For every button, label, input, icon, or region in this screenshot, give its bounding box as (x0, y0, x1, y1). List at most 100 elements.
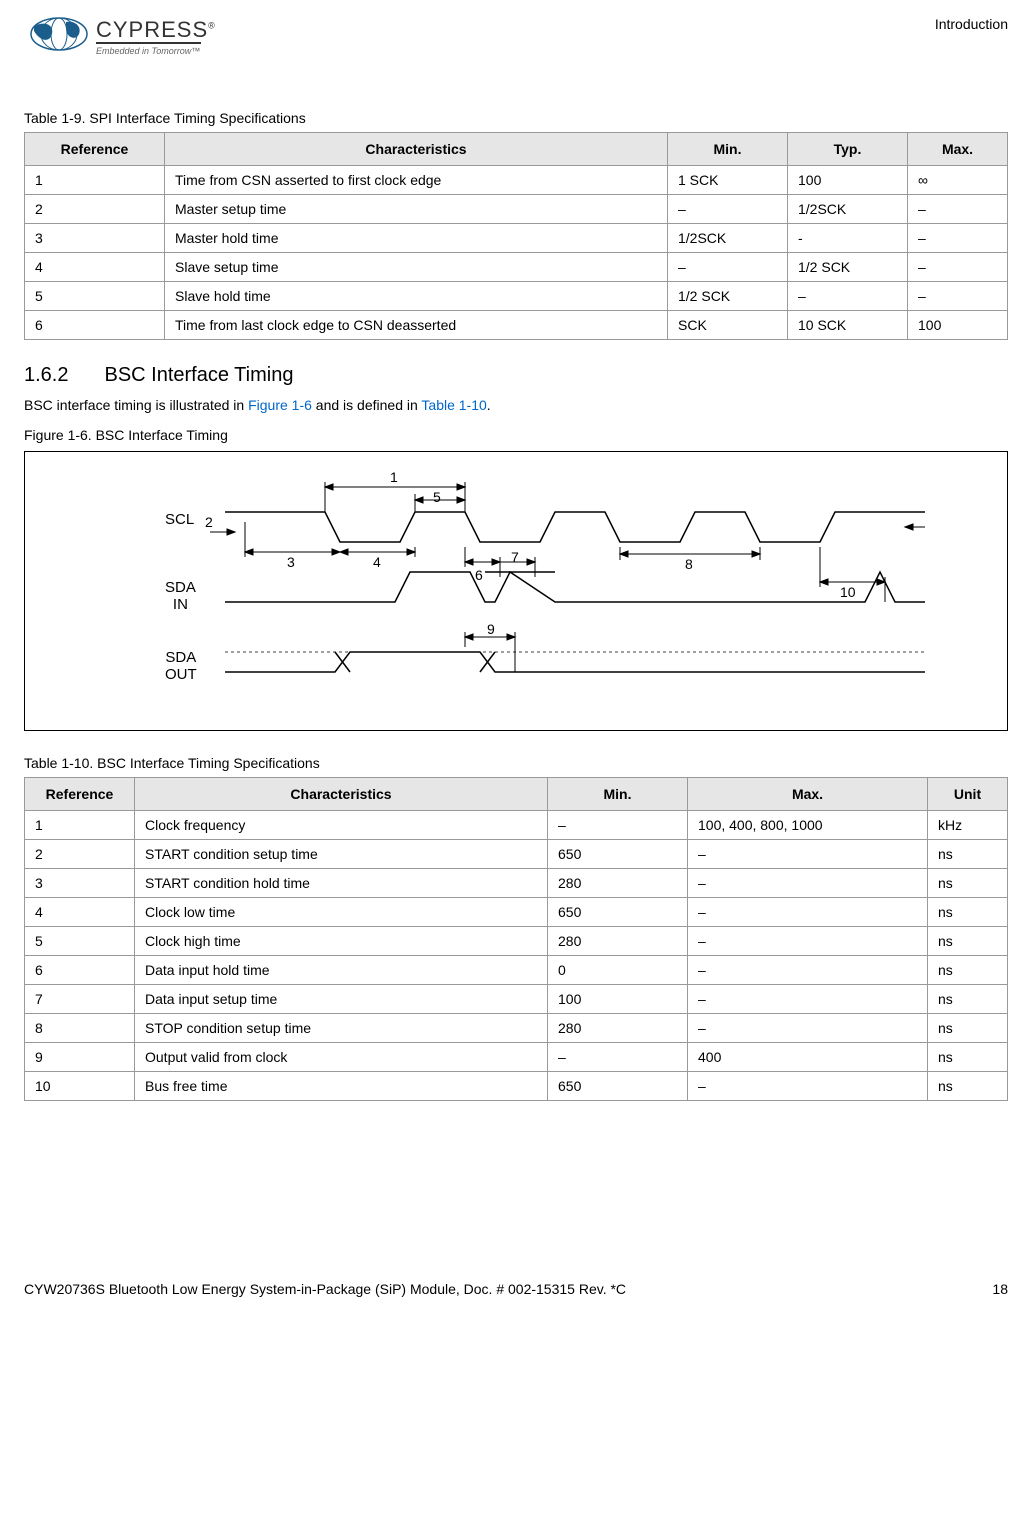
table-row: 6Time from last clock edge to CSN deasse… (25, 311, 1008, 340)
cell-unit: ns (928, 927, 1008, 956)
cell-min: – (668, 253, 788, 282)
figure-title: Figure 1-6. BSC Interface Timing (24, 427, 1008, 443)
th-ref: Reference (25, 133, 165, 166)
bsc-timing-figure: SCL SDAIN SDAOUT (24, 451, 1008, 731)
table-row: 4Slave setup time–1/2 SCK– (25, 253, 1008, 282)
table-row: 1Time from CSN asserted to first clock e… (25, 166, 1008, 195)
table-row: 8STOP condition setup time280–ns (25, 1014, 1008, 1043)
cell-max: 400 (688, 1043, 928, 1072)
footer-page-number: 18 (992, 1281, 1008, 1297)
cell-min: 280 (548, 869, 688, 898)
timing-diagram-icon: 1 5 2 3 4 6 7 8 9 10 (205, 462, 1025, 702)
th-min: Min. (668, 133, 788, 166)
cell-unit: ns (928, 840, 1008, 869)
cell-char: Slave hold time (165, 282, 668, 311)
cell-min: 650 (548, 1072, 688, 1101)
logo-text-group: CYPRESS® Embedded in Tomorrow™ (96, 20, 216, 56)
th-ref: Reference (25, 778, 135, 811)
cell-ref: 3 (25, 869, 135, 898)
cell-typ: - (788, 224, 908, 253)
cell-unit: kHz (928, 811, 1008, 840)
svg-text:2: 2 (205, 514, 213, 530)
footer-doc-id: CYW20736S Bluetooth Low Energy System-in… (24, 1281, 626, 1297)
logo: CYPRESS® Embedded in Tomorrow™ (24, 16, 216, 60)
cell-min: – (548, 811, 688, 840)
cell-ref: 5 (25, 927, 135, 956)
cell-max: – (688, 1014, 928, 1043)
svg-text:8: 8 (685, 556, 693, 572)
cell-ref: 9 (25, 1043, 135, 1072)
cell-unit: ns (928, 985, 1008, 1014)
table-row: 2START condition setup time650–ns (25, 840, 1008, 869)
page-header: CYPRESS® Embedded in Tomorrow™ Introduct… (24, 16, 1008, 60)
cell-ref: 8 (25, 1014, 135, 1043)
cell-ref: 4 (25, 898, 135, 927)
svg-text:10: 10 (840, 584, 856, 600)
svg-text:9: 9 (487, 621, 495, 637)
section-body: BSC interface timing is illustrated in F… (24, 397, 1008, 413)
table-row: 5Clock high time280–ns (25, 927, 1008, 956)
table-header-row: Reference Characteristics Min. Max. Unit (25, 778, 1008, 811)
cell-ref: 10 (25, 1072, 135, 1101)
cell-ref: 6 (25, 956, 135, 985)
cell-min: 1 SCK (668, 166, 788, 195)
cell-char: Bus free time (135, 1072, 548, 1101)
header-section-label: Introduction (935, 16, 1008, 32)
cell-char: Data input setup time (135, 985, 548, 1014)
cell-char: Time from last clock edge to CSN deasser… (165, 311, 668, 340)
cell-ref: 3 (25, 224, 165, 253)
cell-min: 1/2 SCK (668, 282, 788, 311)
cell-ref: 4 (25, 253, 165, 282)
svg-text:5: 5 (433, 489, 441, 505)
figure-link[interactable]: Figure 1-6 (248, 397, 312, 413)
sda-in-label: SDAIN (165, 580, 196, 613)
section-heading: 1.6.2 BSC Interface Timing (24, 364, 1008, 387)
cell-unit: ns (928, 869, 1008, 898)
cell-char: START condition setup time (135, 840, 548, 869)
cell-char: Data input hold time (135, 956, 548, 985)
cell-max: – (688, 956, 928, 985)
cell-ref: 5 (25, 282, 165, 311)
th-max: Max. (688, 778, 928, 811)
cell-min: 280 (548, 927, 688, 956)
cell-ref: 1 (25, 811, 135, 840)
th-max: Max. (908, 133, 1008, 166)
table1-title: Table 1-9. SPI Interface Timing Specific… (24, 110, 1008, 126)
th-unit: Unit (928, 778, 1008, 811)
table-row: 10Bus free time650–ns (25, 1072, 1008, 1101)
table-row: 6Data input hold time0–ns (25, 956, 1008, 985)
th-char: Characteristics (165, 133, 668, 166)
cell-max: – (908, 253, 1008, 282)
bsc-timing-table: Reference Characteristics Min. Max. Unit… (24, 777, 1008, 1101)
cell-ref: 7 (25, 985, 135, 1014)
cell-unit: ns (928, 898, 1008, 927)
cell-max: – (688, 869, 928, 898)
cell-min: – (548, 1043, 688, 1072)
cell-min: 0 (548, 956, 688, 985)
page-footer: CYW20736S Bluetooth Low Energy System-in… (24, 1281, 1008, 1297)
cell-ref: 6 (25, 311, 165, 340)
svg-text:7: 7 (511, 549, 519, 565)
th-min: Min. (548, 778, 688, 811)
th-typ: Typ. (788, 133, 908, 166)
table-row: 7Data input setup time100–ns (25, 985, 1008, 1014)
cell-char: Output valid from clock (135, 1043, 548, 1072)
cell-char: START condition hold time (135, 869, 548, 898)
table-link[interactable]: Table 1-10 (421, 397, 486, 413)
section-title: BSC Interface Timing (104, 364, 293, 387)
cell-typ: 1/2 SCK (788, 253, 908, 282)
table-row: 1Clock frequency–100, 400, 800, 1000kHz (25, 811, 1008, 840)
cell-min: – (668, 195, 788, 224)
th-char: Characteristics (135, 778, 548, 811)
svg-text:6: 6 (475, 567, 483, 583)
cell-max: 100 (908, 311, 1008, 340)
section-number: 1.6.2 (24, 364, 68, 387)
table-row: 4Clock low time650–ns (25, 898, 1008, 927)
cell-char: Slave setup time (165, 253, 668, 282)
cell-char: Master setup time (165, 195, 668, 224)
svg-text:3: 3 (287, 554, 295, 570)
cell-typ: 1/2SCK (788, 195, 908, 224)
cell-max: – (908, 224, 1008, 253)
cell-max: – (908, 282, 1008, 311)
sda-out-label: SDAOUT (165, 650, 197, 683)
